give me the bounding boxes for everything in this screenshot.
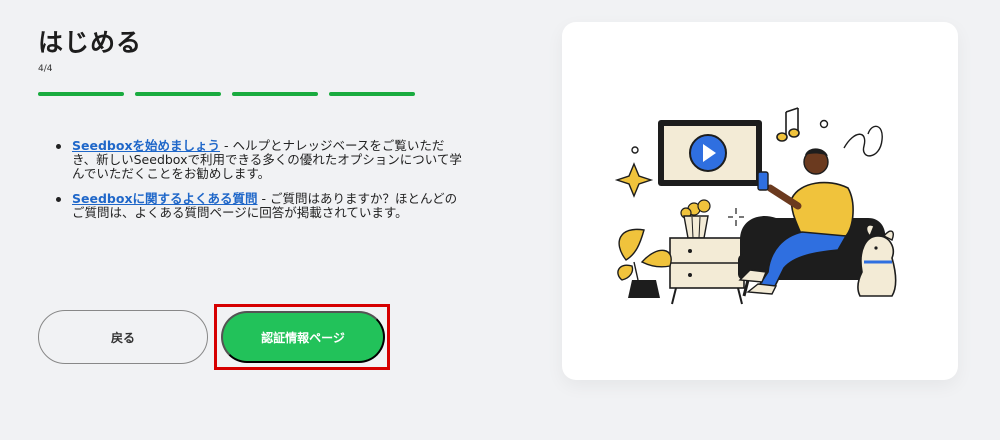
progress-steps xyxy=(38,92,468,96)
list-item: Seedboxに関するよくある質問 - ご質問はありますか？ほとんどのご質問は、… xyxy=(52,192,462,220)
illustration-card xyxy=(562,22,958,380)
step-counter: 4/4 xyxy=(38,64,53,74)
back-button[interactable]: 戻る xyxy=(38,310,208,364)
popcorn-icon xyxy=(680,199,711,239)
list-item: Seedboxを始めましょう - ヘルプとナレッジベースをご覧いただき、新しいS… xyxy=(52,139,462,181)
progress-step-2 xyxy=(135,92,221,96)
progress-step-1 xyxy=(38,92,124,96)
progress-step-3 xyxy=(232,92,318,96)
onboarding-page: はじめる 4/4 Seedboxを始めましょう - ヘルプとナレッジベースをご覧… xyxy=(0,0,1000,440)
credentials-page-button[interactable]: 認証情報ページ xyxy=(221,311,385,363)
progress-step-4 xyxy=(329,92,415,96)
bullet-dot xyxy=(56,197,61,202)
page-title: はじめる xyxy=(38,28,143,57)
sparkle-icon xyxy=(614,162,654,198)
faq-link[interactable]: Seedboxに関するよくある質問 xyxy=(72,191,258,206)
cabinet xyxy=(669,237,745,305)
illustration xyxy=(614,107,897,305)
getting-started-link[interactable]: Seedboxを始めましょう xyxy=(72,138,220,153)
tv-play-icon xyxy=(658,120,762,186)
button-row: 戻る 認証情報ページ xyxy=(38,304,390,370)
phone-icon xyxy=(757,171,769,191)
plant-icon xyxy=(617,228,672,298)
music-note-icon xyxy=(776,107,800,142)
bullet-dot xyxy=(56,144,61,149)
resource-list: Seedboxを始めましょう - ヘルプとナレッジベースをご覧いただき、新しいS… xyxy=(52,139,462,220)
onboarding-panel: はじめる 4/4 Seedboxを始めましょう - ヘルプとナレッジベースをご覧… xyxy=(38,26,468,231)
